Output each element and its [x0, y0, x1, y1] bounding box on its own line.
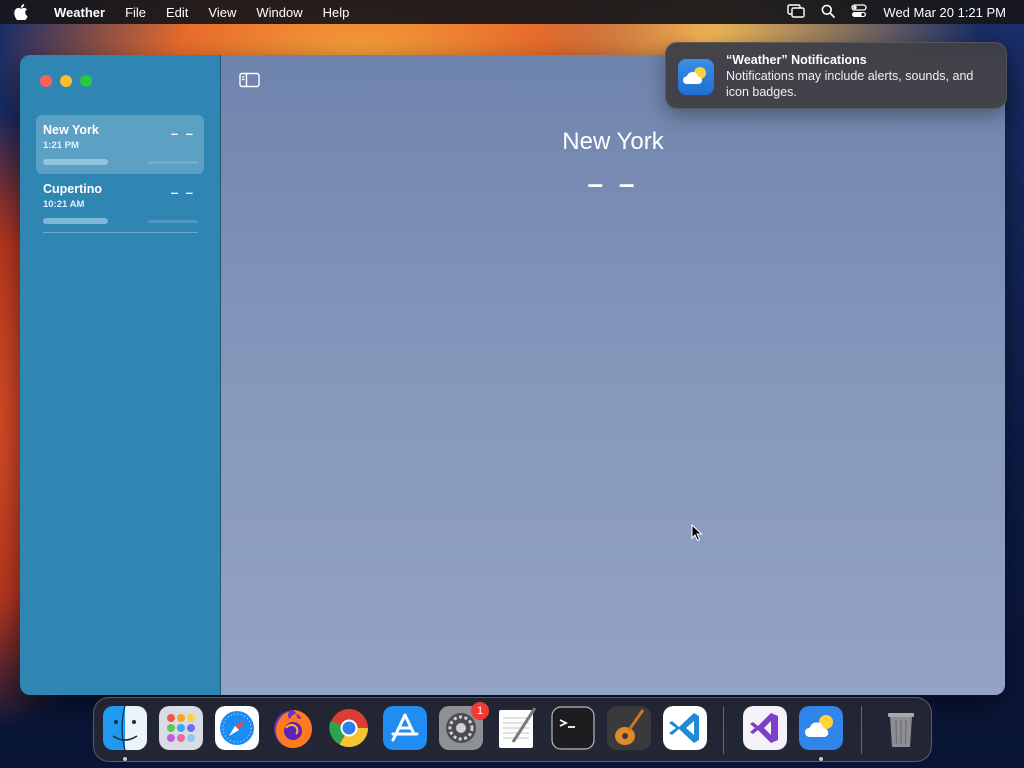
- menu-edit[interactable]: Edit: [156, 5, 198, 20]
- terminal-icon[interactable]: [551, 706, 595, 750]
- sidebar-toggle-icon[interactable]: [239, 72, 261, 88]
- location-range-placeholder: [148, 161, 198, 164]
- control-center-icon[interactable]: [851, 3, 868, 21]
- window-controls: [40, 75, 92, 87]
- sidebar: New York 1:21 PM – – Cupertino 10:21 AM …: [20, 55, 221, 695]
- system-settings-icon[interactable]: 1: [439, 702, 489, 750]
- weather-running-indicator: [819, 757, 823, 761]
- finder-icon[interactable]: [103, 706, 147, 750]
- menu-window[interactable]: Window: [246, 5, 312, 20]
- visual-studio-icon[interactable]: [743, 706, 787, 750]
- chrome-icon[interactable]: [327, 706, 371, 750]
- menu-app-name[interactable]: Weather: [44, 5, 115, 20]
- safari-icon[interactable]: [215, 706, 259, 750]
- city-title: New York: [562, 128, 664, 155]
- dock: 1: [93, 697, 932, 762]
- notification-badge: 1: [471, 702, 489, 720]
- location-list: New York 1:21 PM – – Cupertino 10:21 AM …: [36, 115, 204, 233]
- weather-main-pane: New York – –: [221, 55, 1005, 695]
- notification-banner[interactable]: “Weather” Notifications Notifications ma…: [665, 42, 1007, 109]
- apple-icon[interactable]: [14, 4, 44, 20]
- location-time: 1:21 PM: [43, 140, 79, 151]
- location-time: 10:21 AM: [43, 199, 85, 210]
- screen-mirroring-icon[interactable]: [787, 3, 806, 21]
- weather-app-icon: [678, 59, 714, 95]
- location-condition-placeholder: [43, 159, 108, 165]
- app-store-icon[interactable]: [383, 706, 427, 750]
- mouse-cursor-icon: [691, 523, 703, 542]
- notification-title: “Weather” Notifications: [726, 53, 867, 67]
- location-range-placeholder: [148, 220, 198, 223]
- maximize-button[interactable]: [80, 75, 92, 87]
- finder-running-indicator: [123, 757, 127, 761]
- weather-window: New York 1:21 PM – – Cupertino 10:21 AM …: [20, 55, 1005, 695]
- vscode-icon[interactable]: [663, 706, 707, 750]
- location-item-new-york[interactable]: New York 1:21 PM – –: [36, 115, 204, 174]
- location-item-cupertino[interactable]: Cupertino 10:21 AM – –: [36, 174, 204, 233]
- firefox-icon[interactable]: [271, 706, 315, 750]
- close-button[interactable]: [40, 75, 52, 87]
- location-temperature: – –: [170, 185, 195, 200]
- weather-dock-icon[interactable]: [799, 706, 843, 750]
- menu-file[interactable]: File: [115, 5, 156, 20]
- list-divider: [43, 232, 198, 233]
- trash-icon[interactable]: [879, 706, 923, 750]
- dock-separator: [861, 706, 862, 754]
- spotlight-search-icon[interactable]: [821, 4, 836, 21]
- notification-body: Notifications may include alerts, sounds…: [726, 69, 974, 99]
- launchpad-icon[interactable]: [159, 706, 203, 750]
- garageband-icon[interactable]: [607, 706, 651, 750]
- current-temperature: – –: [587, 168, 639, 199]
- menu-help[interactable]: Help: [313, 5, 360, 20]
- minimize-button[interactable]: [60, 75, 72, 87]
- location-temperature: – –: [170, 126, 195, 141]
- menu-view[interactable]: View: [198, 5, 246, 20]
- location-condition-placeholder: [43, 218, 108, 224]
- menubar-clock[interactable]: Wed Mar 20 1:21 PM: [883, 5, 1006, 20]
- dock-separator: [723, 706, 724, 754]
- textedit-icon[interactable]: [495, 706, 539, 750]
- menu-bar: Weather File Edit View Window Help Wed M…: [0, 0, 1024, 24]
